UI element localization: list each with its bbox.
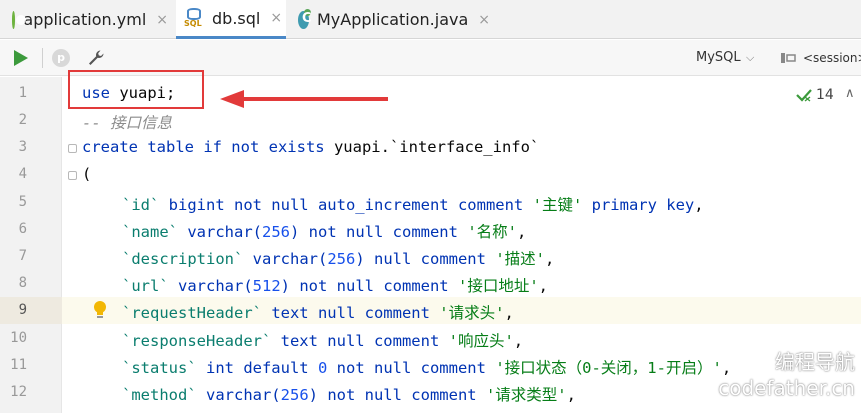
tab-label: MyApplication.java [316,10,469,29]
line-number: 1 [18,85,27,101]
chevron-up-icon[interactable]: ∧ [845,86,855,101]
code-line: -- 接口信息 [82,114,172,132]
code-line: `url` varchar(512) not null comment '接口地… [122,277,548,295]
tab-myapplication-java[interactable]: MyApplication.java × [290,0,490,39]
p-icon[interactable]: p [52,49,70,67]
tab-application-yml[interactable]: application.yml × [0,0,168,39]
line-number: 4 [18,166,27,182]
line-number: 7 [18,248,27,264]
editor-tab-bar: application.yml × SQL db.sql × MyApplica… [0,0,861,39]
watermark-url: codefather.cn [718,376,855,400]
chevron-down-icon[interactable]: ⌵ [746,51,754,65]
toolbar-divider [42,48,43,68]
check-icon[interactable] [796,88,812,102]
tab-label: db.sql [212,8,261,28]
code-line: `description` varchar(256) null comment … [122,250,555,268]
code-line: `method` varchar(256) not null comment '… [122,386,576,404]
session-selector[interactable]: <session> [803,51,861,65]
line-number: 11 [10,357,27,373]
fold-marker[interactable] [68,144,77,153]
code-line: `status` int default 0 not null comment … [122,359,732,377]
code-line: `name` varchar(256) not null comment '名称… [122,223,527,241]
watermark-title: 编程导航 [775,350,855,374]
line-number: 5 [18,194,27,210]
sql-file-icon: SQL [184,8,204,28]
line-number: 6 [18,221,27,237]
line-number: 3 [18,139,27,155]
line-number: 8 [18,275,27,291]
sql-editor[interactable]: 1 2 3 4 5 6 7 8 9 10 11 12 use yuapi; --… [0,77,861,413]
code-line: create table if not exists yuapi.`interf… [82,138,540,156]
lightbulb-icon[interactable] [91,300,109,320]
line-number: 12 [10,384,27,400]
code-line: ( [82,165,92,183]
wrench-icon[interactable] [86,48,106,68]
inspection-count[interactable]: 14 [816,87,834,103]
code-line: `id` bigint not null auto_increment comm… [122,196,704,214]
close-icon[interactable]: × [270,10,282,26]
java-class-icon [298,8,312,29]
tab-db-sql[interactable]: SQL db.sql × [176,0,286,39]
play-icon[interactable] [14,50,28,66]
sql-dialect-selector[interactable]: MySQL [696,50,741,65]
close-icon[interactable]: × [156,12,168,28]
line-number: 10 [10,330,27,346]
code-line: `requestHeader` text null comment '请求头', [122,304,514,322]
line-number: 2 [18,112,27,128]
fold-marker[interactable] [68,171,77,180]
spring-yml-icon [12,10,28,29]
code-line: `responseHeader` text null comment '响应头'… [122,332,524,350]
annotation-highlight-box [68,70,204,109]
session-icon [781,53,796,63]
close-icon[interactable]: × [478,12,490,28]
tab-label: application.yml [23,10,147,29]
line-number: 9 [18,302,27,318]
annotation-arrow-icon [220,90,388,108]
